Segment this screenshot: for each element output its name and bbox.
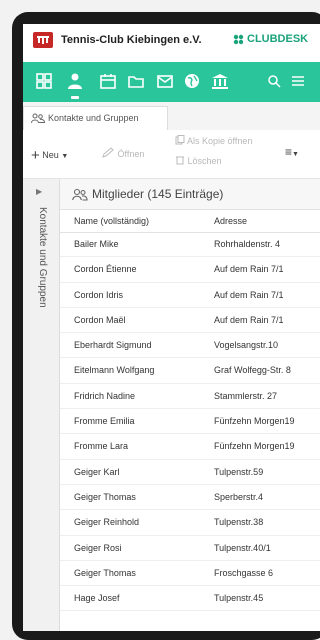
cell-name: Geiger Thomas: [74, 491, 136, 502]
tab-kontakte-und-gruppen[interactable]: Kontakte und Gruppen: [23, 106, 168, 131]
pencil-icon: [102, 147, 114, 158]
table-row[interactable]: Fridrich Nadine Stammlerstr. 27: [60, 384, 320, 410]
app-screen: Tennis-Club Kiebingen e.V. CLUBDESK Kont…: [23, 24, 320, 631]
delete-label: Löschen: [187, 156, 222, 166]
table-row[interactable]: Geiger Karl Tulpenstr.59: [60, 460, 320, 485]
menu-icon[interactable]: [291, 74, 305, 88]
expand-arrow-icon[interactable]: ▶: [36, 187, 42, 196]
table-row[interactable]: Eitelmann Wolfgang Graf Wolfegg-Str. 8: [60, 358, 320, 384]
tab-label: Kontakte und Gruppen: [48, 113, 139, 123]
plus-icon: +: [31, 147, 40, 164]
column-header-name[interactable]: Name (vollständig): [74, 216, 149, 226]
cell-name: Fromme Lara: [74, 441, 129, 452]
cell-name: Cordon Étienne: [74, 264, 137, 275]
cell-name: Geiger Karl: [74, 466, 120, 477]
club-name[interactable]: Tennis-Club Kiebingen e.V.: [61, 34, 202, 46]
cell-name: Fridrich Nadine: [74, 390, 136, 401]
collapsed-side-panel[interactable]: ▶ Kontakte und Gruppen: [23, 179, 60, 631]
cell-address: Graf Wolfegg-Str. 8: [214, 365, 291, 376]
cell-name: Eberhardt Sigmund: [74, 340, 152, 351]
cell-address: Froschgasse 6: [214, 567, 274, 578]
cell-name: Geiger Rosi: [74, 542, 122, 553]
column-header-address[interactable]: Adresse: [214, 216, 247, 226]
side-panel-label: Kontakte und Gruppen: [37, 207, 48, 308]
cell-name: Bailer Mike: [74, 239, 119, 249]
contacts-icon: [31, 113, 45, 124]
cell-address: Auf dem Rain 7/1: [214, 264, 284, 275]
table-row[interactable]: Fromme Lara Fünfzehn Morgen19: [60, 434, 320, 460]
cell-name: Cordon Idris: [74, 289, 124, 300]
cell-address: Stammlerstr. 27: [214, 390, 278, 401]
cell-address: Vogelsangstr.10: [214, 340, 279, 351]
person-icon[interactable]: [66, 72, 84, 90]
search-icon[interactable]: [267, 74, 281, 88]
mail-icon[interactable]: [156, 72, 174, 90]
globe-icon[interactable]: [183, 72, 201, 90]
cell-address: Fünfzehn Morgen19: [214, 416, 295, 427]
table-header: Name (vollständig) Adresse: [60, 210, 320, 233]
chevron-down-icon: ▼: [61, 153, 69, 160]
club-logo: [33, 32, 53, 48]
table-row[interactable]: Eberhardt Sigmund Vogelsangstr.10: [60, 333, 320, 359]
app-header: Tennis-Club Kiebingen e.V. CLUBDESK: [23, 24, 320, 63]
table-row[interactable]: Geiger Reinhold Tulpenstr.38: [60, 510, 320, 536]
list-menu-icon: ≡: [285, 145, 293, 159]
brand-label: CLUBDESK: [247, 33, 309, 45]
clubdesk-brand: CLUBDESK: [233, 33, 308, 45]
bank-icon[interactable]: [211, 72, 229, 90]
table-row[interactable]: Geiger Rosi Tulpenstr.40/1: [60, 536, 320, 561]
dashboard-icon[interactable]: [35, 72, 53, 90]
copy-icon: [175, 135, 185, 145]
members-icon: [72, 188, 88, 201]
open-copy-button[interactable]: Als Kopie öffnen: [175, 135, 252, 146]
new-button-label: Neu: [42, 150, 59, 160]
cell-name: Geiger Thomas: [74, 567, 136, 578]
cell-address: Tulpenstr.59: [214, 466, 264, 477]
clubdesk-logo-icon: [233, 34, 244, 44]
chevron-down-icon: ▼: [292, 151, 299, 158]
cell-address: Tulpenstr.40/1: [214, 542, 271, 553]
table-row[interactable]: Cordon Maël Auf dem Rain 7/1: [60, 308, 320, 334]
open-button-label: Öffnen: [117, 149, 145, 159]
cell-name: Fromme Emilia: [74, 416, 135, 427]
cell-address: Auf dem Rain 7/1: [214, 314, 284, 325]
cell-name: Hage Josef: [74, 593, 120, 604]
table-row[interactable]: Geiger Thomas Sperberstr.4: [60, 485, 320, 511]
cell-name: Cordon Maël: [74, 314, 126, 325]
cell-name: Eitelmann Wolfgang: [74, 365, 155, 376]
cell-address: Rohrhaldenstr. 4: [214, 239, 281, 249]
trash-icon: [176, 156, 184, 165]
cell-address: Sperberstr.4: [214, 491, 264, 502]
cell-address: Tulpenstr.45: [214, 593, 264, 604]
table-row[interactable]: Cordon Idris Auf dem Rain 7/1: [60, 283, 320, 308]
more-menu-button[interactable]: ≡▼: [285, 145, 299, 159]
cell-name: Geiger Reinhold: [74, 517, 140, 528]
table-row[interactable]: Fromme Emilia Fünfzehn Morgen19: [60, 409, 320, 435]
table-row[interactable]: Bailer Mike Rohrhaldenstr. 4: [60, 232, 320, 258]
open-copy-label: Als Kopie öffnen: [187, 136, 253, 146]
action-toolbar: + Neu ▼ Öffnen Als Kopie öffnen Löschen …: [23, 130, 320, 179]
member-list-header: Mitglieder (145 Einträge): [60, 179, 320, 210]
cell-address: Tulpenstr.38: [214, 517, 264, 528]
cell-address: Auf dem Rain 7/1: [214, 289, 284, 300]
cell-address: Fünfzehn Morgen19: [214, 441, 295, 452]
delete-button[interactable]: Löschen: [175, 155, 222, 166]
member-list-title: Mitglieder (145 Einträge): [92, 187, 224, 201]
calendar-icon[interactable]: [99, 72, 117, 90]
main-navbar: [23, 62, 320, 102]
open-button[interactable]: Öffnen: [101, 147, 144, 159]
member-table-body: Bailer Mike Rohrhaldenstr. 4 Cordon Étienn…: [60, 232, 320, 612]
table-row[interactable]: Cordon Étienne Auf dem Rain 7/1: [60, 257, 320, 283]
table-row[interactable]: Hage Josef Tulpenstr.45: [60, 586, 320, 612]
table-row[interactable]: Geiger Thomas Froschgasse 6: [60, 561, 320, 587]
active-nav-indicator: [71, 96, 79, 99]
folder-icon[interactable]: [127, 72, 145, 90]
new-button[interactable]: + Neu ▼: [31, 147, 68, 164]
